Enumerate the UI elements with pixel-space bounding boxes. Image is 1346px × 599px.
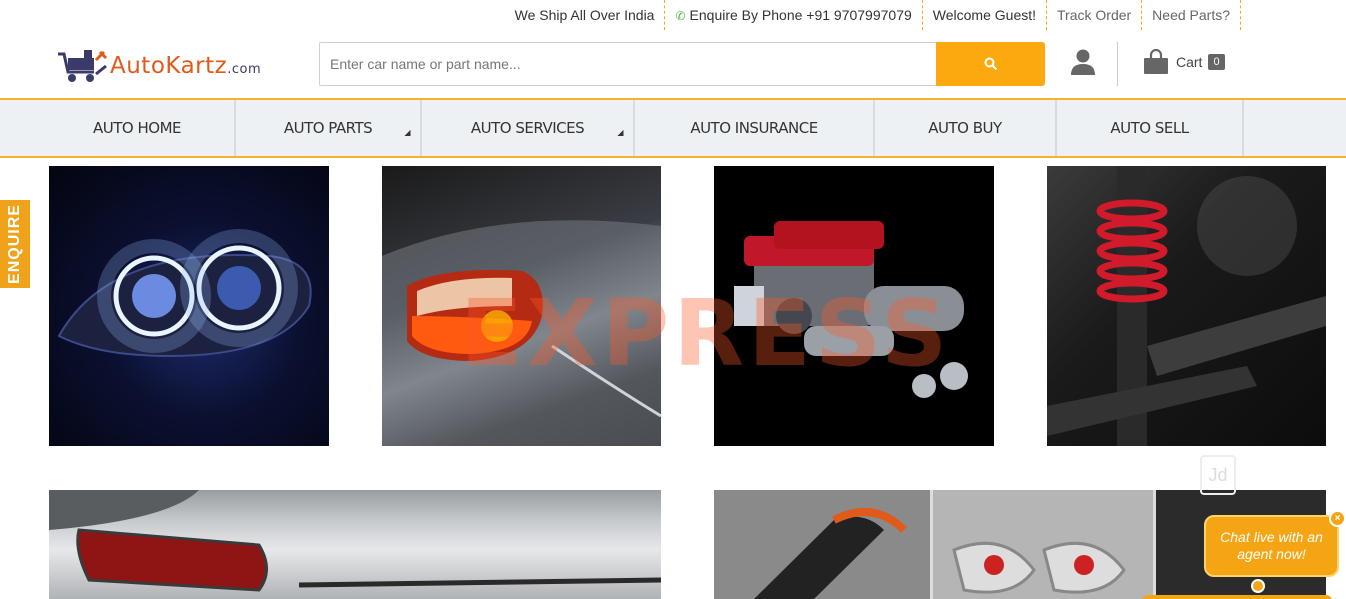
cart-button[interactable]: Cart 0	[1142, 46, 1225, 78]
header: AutoKartz.com Cart 0	[0, 38, 1346, 98]
page: We Ship All Over India ✆ Enquire By Phone…	[0, 0, 1346, 599]
track-order-link[interactable]: Track Order	[1047, 0, 1143, 30]
nav-auto-buy[interactable]: AUTO BUY	[875, 100, 1057, 156]
engine-image	[734, 221, 968, 398]
enquire-label: ENQUIRE	[6, 204, 23, 284]
rear-bumper-image	[49, 490, 661, 592]
nav-label: AUTO SELL	[1110, 119, 1189, 137]
nav-auto-home[interactable]: AUTO HOME	[40, 100, 236, 156]
cart-label: Cart	[1176, 54, 1203, 70]
dropdown-caret-icon: ◢	[404, 128, 410, 137]
nav-auto-sell[interactable]: AUTO SELL	[1057, 100, 1244, 156]
search-bar	[319, 42, 1045, 86]
welcome-text: Welcome Guest!	[923, 0, 1048, 30]
taillight-image	[382, 220, 661, 446]
nav-auto-parts[interactable]: AUTO PARTS ◢	[236, 100, 422, 156]
phone-enquiry-label: Enquire By Phone +91 9707997079	[689, 7, 912, 23]
search-icon	[984, 57, 997, 71]
enquire-tab[interactable]: ENQUIRE	[0, 200, 30, 288]
nav-label: AUTO SERVICES	[470, 119, 585, 137]
nav-label: AUTO INSURANCE	[690, 119, 818, 137]
phone-enquiry[interactable]: ✆ Enquire By Phone +91 9707997079	[665, 0, 923, 30]
chat-tab[interactable]	[1142, 595, 1332, 599]
ship-info: We Ship All Over India	[505, 0, 666, 30]
chat-text: Chat live with an agent now!	[1220, 529, 1323, 562]
headlight-image	[57, 229, 312, 358]
suspension-image	[1047, 166, 1326, 446]
tile-suspension[interactable]	[1047, 166, 1326, 446]
dropdown-caret-icon: ◢	[617, 128, 623, 137]
jd-logo-icon: Jd	[1200, 455, 1236, 495]
nav-auto-insurance[interactable]: AUTO INSURANCE	[635, 100, 875, 156]
search-input[interactable]	[319, 42, 936, 86]
chat-pointer-dot	[1251, 579, 1265, 593]
main-nav: AUTO HOME AUTO PARTS ◢ AUTO SERVICES ◢ AUT…	[0, 98, 1346, 158]
account-button[interactable]	[1070, 48, 1096, 76]
site-logo[interactable]: AutoKartz.com	[54, 46, 294, 86]
close-glyph: ×	[1334, 513, 1341, 524]
nav-label: AUTO HOME	[93, 119, 181, 137]
top-links: We Ship All Over India ✆ Enquire By Phone…	[505, 0, 1241, 30]
logo-cart-icon	[54, 48, 110, 84]
logo-suffix: .com	[227, 62, 262, 77]
search-button[interactable]	[936, 42, 1045, 86]
nav-label: AUTO PARTS	[283, 119, 373, 137]
tile-engine[interactable]	[714, 166, 994, 446]
user-icon	[1071, 49, 1095, 75]
chat-close-icon[interactable]: ×	[1329, 510, 1346, 527]
top-bar: We Ship All Over India ✆ Enquire By Phone…	[0, 0, 1346, 30]
live-chat-bubble[interactable]: Chat live with an agent now!	[1204, 515, 1339, 577]
tile-rear-reflector[interactable]	[49, 490, 661, 599]
phone-icon: ✆	[675, 9, 686, 23]
cart-count-badge: 0	[1208, 54, 1225, 70]
nav-label: AUTO BUY	[928, 119, 1002, 137]
tile-headlights[interactable]	[49, 166, 329, 446]
tile-taillight[interactable]	[382, 166, 661, 446]
nav-auto-services[interactable]: AUTO SERVICES ◢	[422, 100, 635, 156]
header-divider	[1117, 42, 1118, 86]
logo-text: AutoKartz.com	[110, 53, 261, 79]
cart-bag-icon	[1144, 48, 1168, 74]
need-parts-link[interactable]: Need Parts?	[1142, 0, 1241, 30]
logo-brand: AutoKartz	[110, 53, 228, 79]
